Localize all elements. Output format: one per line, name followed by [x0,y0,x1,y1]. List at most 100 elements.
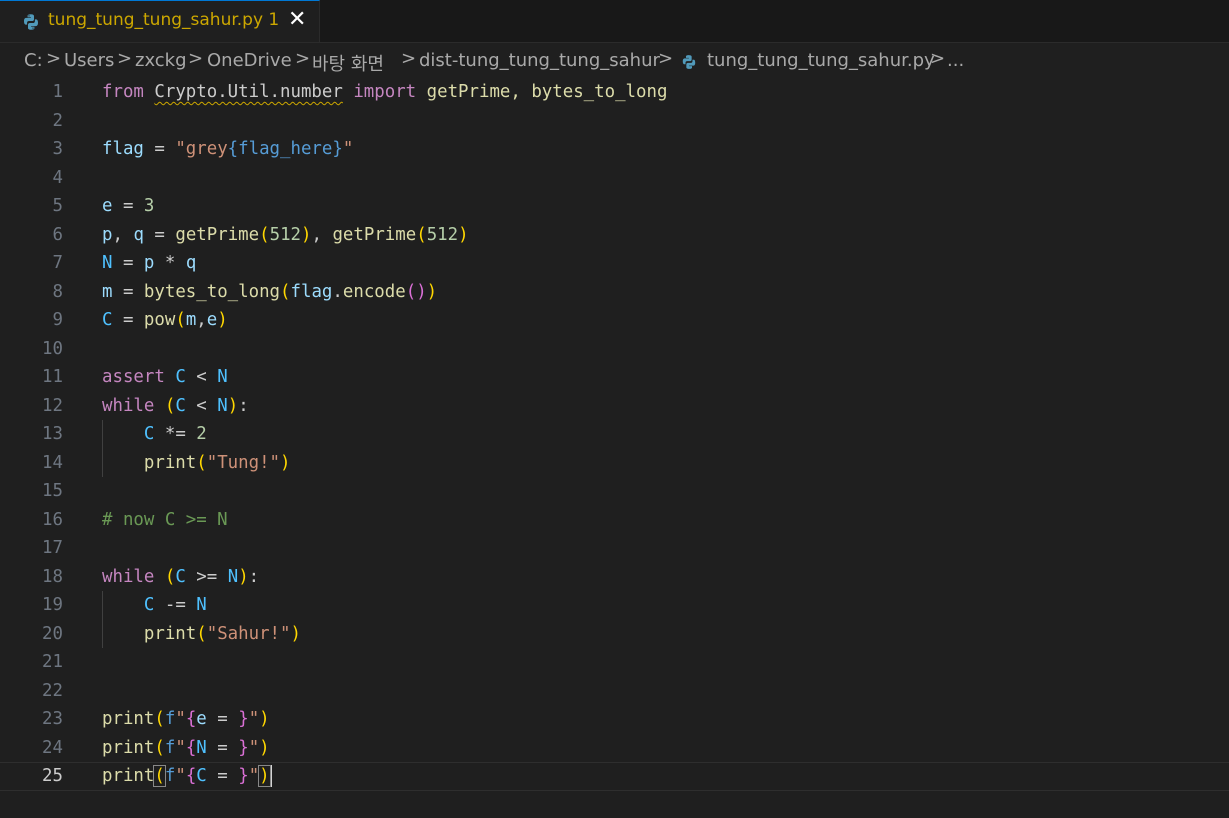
code-editor[interactable]: 1 from Crypto.Util.number import getPrime… [0,78,1229,818]
breadcrumb-item[interactable]: OneDrive [207,50,292,71]
code-line[interactable]: 6 p, q = getPrime(512), getPrime(512) [0,221,1229,250]
code-token: getPrime, bytes_to_long [416,82,668,102]
code-token: ( [154,737,165,758]
code-token: encode [342,281,406,302]
code-token: flag [102,139,144,159]
code-line[interactable]: 11 assert C < N [0,363,1229,392]
code-line[interactable]: 17 [0,534,1229,563]
line-number: 1 [52,82,63,102]
editor-tab-active[interactable]: tung_tung_tung_sahur.py 1 ✕ [0,0,320,42]
code-text: print("Sahur!") [102,620,301,649]
code-token: { [185,737,197,758]
code-token: ) [259,709,270,729]
code-token: "grey [175,139,228,159]
code-token: , [112,224,134,245]
code-token: < [185,367,218,387]
code-text: C -= N [102,591,207,620]
code-line[interactable]: 20 print("Sahur!") [0,620,1229,649]
chevron-right-icon: > [46,48,62,69]
code-line[interactable]: 12 while (C < N): [0,392,1229,421]
code-token: ( [154,709,165,729]
close-icon[interactable]: ✕ [288,7,306,33]
code-token: ) [227,395,239,416]
code-token: ( [280,281,291,302]
breadcrumb-item[interactable]: C: [24,50,43,71]
code-token: ) [258,765,271,787]
code-line[interactable]: 14 print("Tung!") [0,449,1229,478]
code-token: m [102,281,113,302]
code-token: print [102,766,155,786]
code-token: import [353,82,417,102]
tab-title: tung_tung_tung_sahur.py 1 [48,10,280,30]
code-line[interactable]: 8 m = bytes_to_long(flag.encode()) [0,278,1229,307]
chevron-right-icon: > [658,48,674,69]
code-token: e [196,709,207,729]
code-token: ( [175,310,186,330]
line-number: 20 [42,623,63,644]
code-line[interactable]: 13 C *= 2 [0,420,1229,449]
code-token: *= [154,424,197,444]
code-line[interactable]: 21 [0,648,1229,677]
chevron-right-icon: > [401,48,417,69]
code-line[interactable]: 3 flag = "grey{flag_here}" [0,135,1229,164]
code-token: , [196,310,207,330]
code-token: = [206,737,239,758]
code-token: N [102,253,113,273]
code-token: " [248,766,260,786]
code-token: " [248,709,260,729]
breadcrumb-item[interactable]: dist-tung_tung_tung_sahur [419,50,660,71]
code-token: while [102,395,155,416]
code-text: from Crypto.Util.number import getPrime,… [102,78,667,107]
indent-guide [102,591,103,648]
code-line[interactable]: 5 e = 3 [0,192,1229,221]
code-line[interactable]: 18 while (C >= N): [0,563,1229,592]
breadcrumb-item[interactable]: tung_tung_tung_sahur.py [707,50,935,71]
code-token: flag [290,281,333,302]
breadcrumb-item[interactable]: 바탕 화면 [312,50,384,76]
code-token: getPrime [332,224,417,245]
line-number: 5 [52,196,63,216]
chevron-right-icon: > [188,48,204,69]
code-token: : [238,395,249,416]
code-token: m [185,310,197,330]
code-line[interactable]: 7 N = p * q [0,249,1229,278]
indent-guide [102,420,103,477]
code-token: assert [102,367,165,387]
code-line[interactable]: 1 from Crypto.Util.number import getPrime… [0,78,1229,107]
code-token: ) [458,224,469,245]
code-token: 512 [426,224,459,245]
code-text: C = pow(m,e) [102,306,228,335]
code-token: while [102,566,155,587]
breadcrumb-item[interactable]: ... [947,50,964,71]
breadcrumb-item[interactable]: zxckg [135,50,187,71]
code-line[interactable]: 15 [0,477,1229,506]
code-token: ) [301,224,312,245]
code-token: e [206,310,218,330]
code-line[interactable]: 2 [0,107,1229,136]
code-token: q [185,253,197,273]
code-line[interactable]: 22 [0,677,1229,706]
code-text: print(f"{e = }") [102,705,270,734]
code-text: print(f"{N = }") [102,734,270,763]
code-line[interactable]: 10 [0,335,1229,364]
line-number: 8 [52,281,63,302]
breadcrumb-item[interactable]: Users [64,50,114,71]
code-token: . [332,281,343,302]
code-line[interactable]: 23 print(f"{e = }") [0,705,1229,734]
code-line[interactable]: 9 C = pow(m,e) [0,306,1229,335]
code-line[interactable]: 24 print(f"{N = }") [0,734,1229,763]
line-number: 10 [42,338,63,359]
code-line[interactable]: 25 print(f"{C = }") [0,762,1229,791]
code-line[interactable]: 19 C -= N [0,591,1229,620]
line-number: 16 [42,509,63,530]
code-text: p, q = getPrime(512), getPrime(512) [102,221,469,250]
code-token: f [164,709,176,729]
code-text: print(f"{C = }") [102,762,272,791]
code-token: < [185,395,218,416]
code-line[interactable]: 4 [0,164,1229,193]
code-token: ( [416,224,427,245]
code-token: "Sahur!" [206,623,291,644]
code-line[interactable]: 16 # now C >= N [0,506,1229,535]
